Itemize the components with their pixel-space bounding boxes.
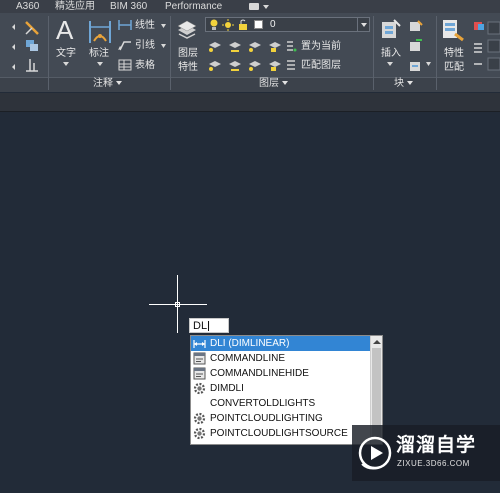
tab-a360[interactable]: A360	[16, 0, 39, 13]
tab-featured-apps[interactable]: 精选应用	[55, 0, 95, 13]
linear-dimension-icon	[118, 19, 132, 31]
sun-icon	[222, 19, 234, 31]
gear-icon	[193, 412, 206, 425]
autocomplete-item[interactable]: CONVERTOLDLIGHTS	[191, 396, 370, 411]
watermark-title: 溜溜自学	[396, 435, 477, 456]
ribbon-panel-titlebar	[0, 77, 500, 92]
modify-tools-group	[8, 19, 44, 75]
block-panel-title[interactable]: 块	[394, 78, 413, 90]
autocomplete-item-label: COMMANDLINEHIDE	[210, 368, 309, 379]
linear-label[interactable]: 线性	[135, 20, 155, 31]
match-layer-label[interactable]: 匹配图层	[301, 60, 341, 71]
svg-text:A: A	[56, 17, 74, 43]
layer-dropdown[interactable]: 0	[205, 17, 370, 32]
dimension-tool-label[interactable]: 标注	[89, 48, 109, 59]
chevron-down-icon[interactable]	[161, 44, 166, 48]
current-layer-name: 0	[270, 19, 276, 30]
autocomplete-item-label: DIMDLI	[210, 383, 244, 394]
block-tools-column	[408, 20, 424, 74]
lock-icon	[237, 19, 249, 31]
layer-tools-row-1	[207, 39, 297, 53]
tab-overflow-dropdown[interactable]	[249, 1, 271, 11]
autocomplete-item-label: POINTCLOUDLIGHTSOURCE	[210, 428, 348, 439]
leader-icon	[118, 39, 132, 51]
dimlinear-icon	[193, 337, 206, 350]
chevron-down-icon	[407, 81, 413, 86]
scroll-up-arrow[interactable]	[373, 340, 381, 344]
autocomplete-item[interactable]: COMMANDLINE	[191, 351, 370, 366]
gear-icon	[193, 382, 206, 395]
camera-icon	[249, 3, 259, 10]
chevron-down-icon	[361, 23, 367, 27]
ribbon-tab-bar: A360 精选应用 BIM 360 Performance	[0, 0, 500, 13]
autocomplete-item[interactable]: COMMANDLINEHIDE	[191, 366, 370, 381]
autocomplete-item[interactable]: POINTCLOUDLIGHTING	[191, 411, 370, 426]
autocomplete-item[interactable]: POINTCLOUDLIGHTSOURCE	[191, 426, 370, 441]
file-tab-strip	[0, 93, 500, 112]
ribbon-separator	[48, 16, 49, 90]
match-properties-label-1[interactable]: 特性	[444, 48, 464, 59]
crosshair-pickbox	[175, 302, 180, 307]
command-window-icon	[193, 352, 206, 365]
text-tool-label[interactable]: 文字	[56, 48, 76, 59]
chevron-down-icon	[263, 5, 269, 9]
annotation-panel-title[interactable]: 注释	[93, 78, 122, 90]
text-tool-icon[interactable]: A	[55, 17, 77, 43]
chevron-down-icon	[116, 81, 122, 86]
autocomplete-item-label: DLI (DIMLINEAR)	[210, 338, 290, 349]
layer-color-swatch	[254, 20, 263, 29]
text-caret	[208, 321, 209, 331]
layer-dropdown-arrow[interactable]	[357, 18, 369, 31]
lightbulb-icon	[209, 19, 219, 31]
tab-bim360[interactable]: BIM 360	[110, 0, 147, 13]
set-current-label[interactable]: 置为当前	[301, 41, 341, 52]
layers-panel-title[interactable]: 图层	[259, 78, 288, 90]
tab-performance[interactable]: Performance	[165, 0, 222, 13]
autocomplete-item-label: CONVERTOLDLIGHTS	[210, 398, 316, 409]
properties-color-column	[472, 20, 500, 74]
watermark-url: ZIXUE.3D66.COM	[397, 459, 470, 468]
annotation-panel-title-text: 注释	[93, 78, 113, 89]
command-window-icon	[193, 367, 206, 380]
layers-panel-title-text: 图层	[259, 78, 279, 89]
chevron-down-icon[interactable]	[426, 62, 431, 66]
play-logo-icon	[358, 436, 392, 470]
insert-block-label[interactable]: 插入	[381, 48, 401, 59]
ribbon-separator	[373, 16, 374, 90]
layer-tools-row-2	[207, 58, 297, 72]
dimension-tool-icon[interactable]	[88, 19, 112, 45]
block-panel-title-text: 块	[394, 78, 404, 89]
autocomplete-item[interactable]: DLI (DIMLINEAR)	[191, 336, 370, 351]
layer-properties-label-1[interactable]: 图层	[178, 48, 198, 59]
chevron-down-icon[interactable]	[161, 24, 166, 28]
ribbon: A 文字 标注 线性 引线 表格 注释 图层 特性 0 置为当前 匹配图层 图层…	[0, 13, 500, 92]
ribbon-separator	[436, 16, 437, 90]
autocomplete-item[interactable]: DIMDLI	[191, 381, 370, 396]
leader-label[interactable]: 引线	[135, 40, 155, 51]
watermark: 溜溜自学 ZIXUE.3D66.COM	[352, 425, 500, 481]
layer-properties-icon[interactable]	[176, 18, 198, 40]
match-properties-label-2[interactable]: 匹配	[444, 62, 464, 73]
chevron-down-icon[interactable]	[97, 62, 103, 66]
table-label[interactable]: 表格	[135, 60, 155, 71]
ribbon-separator	[170, 16, 171, 90]
gear-icon	[193, 427, 206, 440]
insert-block-icon[interactable]	[380, 18, 402, 42]
autocomplete-item-label: COMMANDLINE	[210, 353, 286, 364]
dynamic-command-input[interactable]: DLI	[189, 318, 229, 333]
chevron-down-icon[interactable]	[387, 62, 393, 66]
match-properties-icon[interactable]	[441, 18, 465, 42]
chevron-down-icon	[282, 81, 288, 86]
table-icon	[118, 59, 132, 71]
layer-properties-label-2[interactable]: 特性	[178, 62, 198, 73]
chevron-down-icon[interactable]	[63, 62, 69, 66]
autocomplete-item-label: POINTCLOUDLIGHTING	[210, 413, 323, 424]
